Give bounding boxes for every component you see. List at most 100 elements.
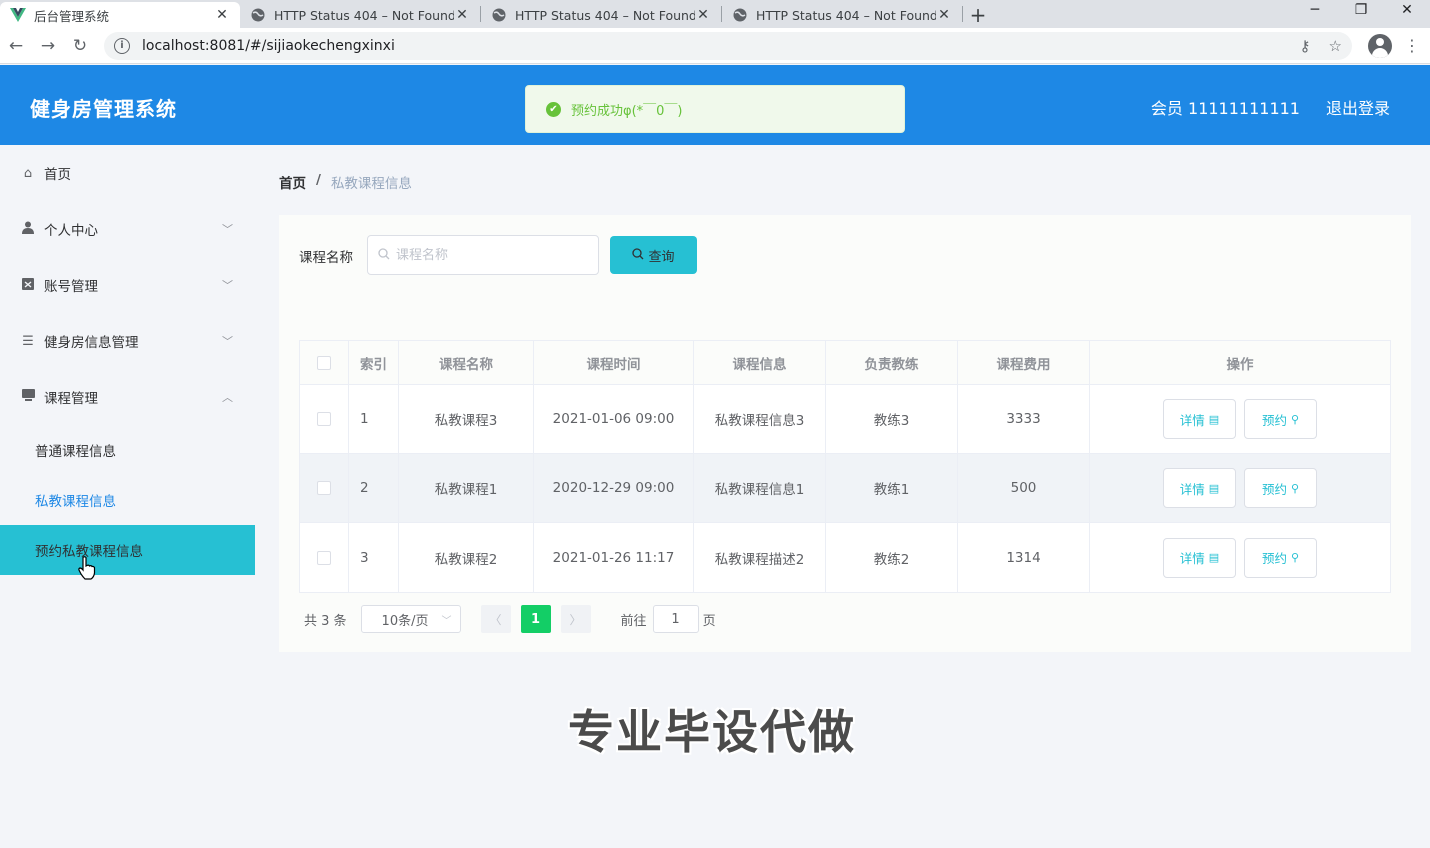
list-icon: ☰ (22, 333, 34, 349)
globe-icon (732, 7, 748, 23)
sidebar-item-reserve-private-course[interactable]: 预约私教课程信息 (0, 525, 255, 575)
browser-tab[interactable]: 后台管理系统 ✕ (0, 2, 240, 28)
detail-button[interactable]: 详情 ▤ (1163, 399, 1236, 439)
page-size-value: 10条/页 (381, 613, 429, 629)
close-window-icon[interactable]: ✕ (1384, 0, 1430, 22)
cell-course-info: 私教课程信息3 (694, 385, 826, 453)
reserve-button-label: 预约 (1261, 412, 1287, 428)
document-icon: ▤ (1208, 412, 1220, 426)
detail-button-label: 详情 (1179, 412, 1205, 428)
sidebar-item-label: 个人中心 (44, 223, 98, 239)
cell-course-info: 私教课程信息1 (694, 454, 826, 522)
back-icon[interactable]: ← (0, 36, 32, 56)
course-icon (20, 389, 36, 405)
sidebar-item-home[interactable]: ⌂ 首页 (0, 145, 255, 201)
url-text: localhost:8081/#/sijiaokechengxinxi (142, 37, 395, 54)
row-select-cell (300, 523, 349, 592)
sidebar-item-course[interactable]: 课程管理 ︿ (0, 369, 255, 425)
cell-course-time: 2020-12-29 09:00 (534, 454, 694, 522)
chevron-right-icon: 〉 (569, 612, 582, 627)
reserve-button[interactable]: 预约 ⚲ (1244, 468, 1317, 508)
detail-button-label: 详情 (1179, 481, 1205, 497)
row-checkbox[interactable] (317, 412, 331, 426)
key-icon[interactable]: ⚷ (1300, 37, 1311, 55)
tab-close-icon[interactable]: ✕ (936, 7, 952, 23)
cell-index: 2 (349, 454, 399, 522)
url-field[interactable]: i localhost:8081/#/sijiaokechengxinxi ⚷ … (104, 31, 1352, 60)
cell-fee: 1314 (958, 523, 1090, 592)
pagination: 共 3 条 10条/页 ﹀ 〈 1 〉 前往 1 页 (304, 605, 716, 633)
prev-page-button[interactable]: 〈 (480, 605, 511, 633)
minimize-icon[interactable]: ─ (1292, 0, 1338, 22)
page-number-current[interactable]: 1 (520, 605, 551, 633)
goto-page-input[interactable]: 1 (652, 605, 699, 633)
browser-tab[interactable]: HTTP Status 404 – Not Found ✕ (240, 2, 480, 28)
window-controls: ─ ❐ ✕ (1292, 0, 1430, 22)
toast-message: 预约成功φ(*￣0￣) (571, 103, 683, 119)
new-tab-button[interactable]: + (963, 2, 993, 28)
forward-icon[interactable]: → (32, 36, 64, 56)
column-header: 课程时间 (534, 341, 694, 384)
column-header: 负责教练 (826, 341, 958, 384)
page-size-select[interactable]: 10条/页 ﹀ (360, 605, 461, 633)
bookmark-star-icon[interactable]: ☆ (1329, 37, 1342, 55)
row-checkbox[interactable] (317, 550, 331, 565)
search-field[interactable] (367, 235, 599, 275)
tab-close-icon[interactable]: ✕ (214, 7, 230, 23)
cell-fee: 500 (958, 454, 1090, 522)
detail-button-label: 详情 (1179, 551, 1205, 566)
cell-coach: 教练3 (826, 385, 958, 453)
sidebar-item-gym-info[interactable]: ☰ 健身房信息管理 ﹀ (0, 313, 255, 369)
column-header: 操作 (1226, 356, 1254, 373)
next-page-button[interactable]: 〉 (560, 605, 591, 633)
watermark-text: 专业毕设代做 (568, 705, 856, 759)
globe-icon (250, 7, 266, 23)
restore-icon[interactable]: ❐ (1338, 0, 1384, 22)
row-checkbox[interactable] (317, 481, 331, 495)
reserve-icon: ⚲ (1290, 481, 1300, 495)
reserve-button[interactable]: 预约 ⚲ (1244, 537, 1317, 578)
cell-actions: 详情 ▤ 预约 ⚲ (1090, 523, 1390, 592)
logout-button[interactable]: 退出登录 (1326, 95, 1390, 119)
browser-tab[interactable]: HTTP Status 404 – Not Found ✕ (481, 2, 721, 28)
reserve-icon: ⚲ (1290, 551, 1300, 564)
site-info-icon[interactable]: i (114, 37, 130, 54)
tab-close-icon[interactable]: ✕ (454, 7, 470, 23)
sidebar-subitem-label: 普通课程信息 (35, 444, 116, 460)
row-select-cell (300, 454, 349, 522)
search-icon (378, 247, 390, 263)
breadcrumb: 首页 / 私教课程信息 (279, 172, 412, 192)
select-all-checkbox[interactable] (317, 355, 331, 370)
table-header-row: 索引 课程名称 课程时间 课程信息 负责教练 课程费用 操作 (300, 341, 1390, 385)
chevron-down-icon: ﹀ (441, 616, 452, 627)
browser-tab[interactable]: HTTP Status 404 – Not Found ✕ (722, 2, 962, 28)
sidebar-item-account[interactable]: 账号管理 ﹀ (0, 257, 255, 313)
detail-button[interactable]: 详情 ▤ (1163, 537, 1236, 578)
breadcrumb-current: 私教课程信息 (330, 176, 412, 192)
sidebar-item-private-course[interactable]: 私教课程信息 (0, 475, 255, 525)
user-name: 会员 11111111111 (1150, 99, 1300, 118)
sidebar-item-label: 课程管理 (44, 391, 98, 407)
breadcrumb-separator: / (316, 172, 321, 188)
profile-avatar-icon[interactable] (1368, 33, 1392, 58)
detail-button[interactable]: 详情 ▤ (1163, 468, 1236, 508)
chevron-down-icon: ﹀ (222, 279, 233, 292)
check-circle-icon: ✔ (546, 101, 561, 117)
search-button-label: 查询 (648, 249, 675, 265)
reload-icon[interactable]: ↻ (64, 36, 96, 56)
browser-menu-icon[interactable]: ⋮ (1404, 36, 1420, 55)
chevron-left-icon: 〈 (489, 612, 502, 627)
breadcrumb-home[interactable]: 首页 (279, 172, 306, 192)
reserve-button[interactable]: 预约 ⚲ (1244, 399, 1317, 439)
tab-title: HTTP Status 404 – Not Found (756, 7, 936, 23)
tab-close-icon[interactable]: ✕ (695, 7, 711, 23)
cell-course-time: 2021-01-06 09:00 (534, 385, 694, 453)
sidebar-item-normal-course[interactable]: 普通课程信息 (0, 425, 255, 475)
chevron-down-icon: ﹀ (222, 223, 233, 236)
tab-title: HTTP Status 404 – Not Found (515, 7, 695, 23)
globe-icon (491, 7, 507, 23)
search-input[interactable] (396, 247, 586, 263)
search-button[interactable]: 查询 (610, 236, 697, 274)
sidebar-item-personal-center[interactable]: 个人中心 ﹀ (0, 201, 255, 257)
search-icon (632, 247, 644, 263)
